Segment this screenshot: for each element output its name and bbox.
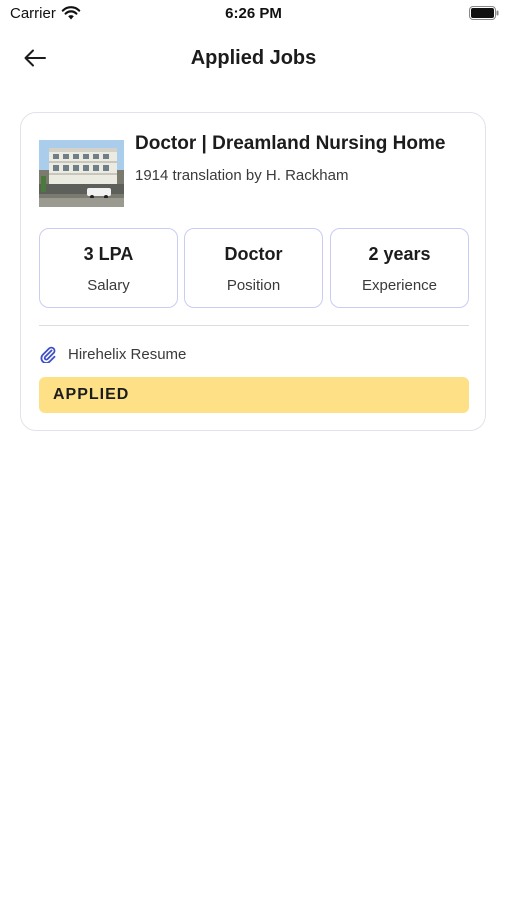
position-value: Doctor <box>224 244 283 264</box>
job-subtitle: 1914 translation by H. Rackham <box>135 167 349 184</box>
resume-attachment[interactable]: Hirehelix Resume <box>39 344 186 364</box>
status-text: APPLIED <box>53 386 130 403</box>
card-divider <box>39 325 469 326</box>
experience-label: Experience <box>361 277 438 294</box>
status-time: 6:26 PM <box>225 5 282 22</box>
status-badge: APPLIED <box>39 377 469 413</box>
app-header: Applied Jobs <box>0 36 507 84</box>
experience-value: 2 years <box>368 244 431 264</box>
position-label: Position <box>226 277 281 294</box>
paperclip-icon <box>39 345 57 363</box>
resume-label: Hirehelix Resume <box>68 345 187 363</box>
salary-stat: 3 LPA Salary <box>39 228 178 308</box>
job-title: Doctor | Dreamland Nursing Home <box>135 133 446 154</box>
status-bar: Carrier 6:26 PM <box>0 0 507 28</box>
position-stat: Doctor Position <box>184 228 323 308</box>
salary-label: Salary <box>87 277 130 294</box>
salary-value: 3 LPA <box>83 244 134 264</box>
applied-job-card[interactable]: Doctor | Dreamland Nursing Home 1914 tra… <box>20 112 486 431</box>
job-thumbnail <box>39 140 124 207</box>
experience-stat: 2 years Experience <box>330 228 469 308</box>
battery-icon <box>469 6 499 20</box>
page-title: Applied Jobs <box>190 47 317 69</box>
